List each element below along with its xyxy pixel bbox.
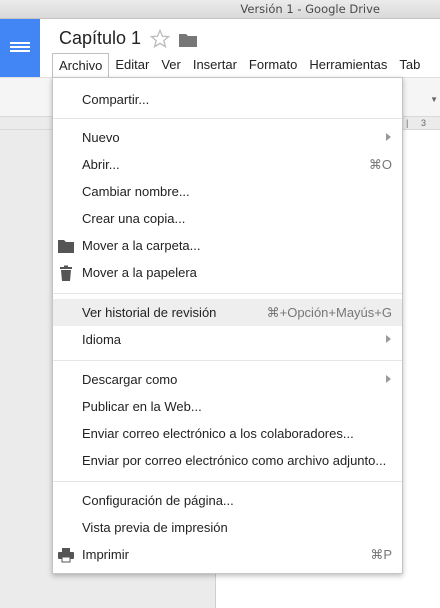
menu-item-move-to-folder[interactable]: Mover a la carpeta... (53, 232, 402, 259)
menu-item-label: Vista previa de impresión (82, 520, 228, 535)
menu-item-shortcut: ⌘O (368, 157, 392, 172)
printer-icon (58, 548, 74, 563)
menu-archivo[interactable]: Archivo (52, 53, 110, 77)
menu-item-label: Configuración de página... (82, 493, 234, 508)
window-title: Versión 1 - Google Drive (240, 2, 380, 16)
menu-item-email-attachment[interactable]: Enviar por correo electrónico como archi… (53, 447, 402, 474)
menu-separator (53, 360, 402, 361)
menu-item-label: Ver historial de revisión (82, 305, 217, 320)
menu-item-label: Compartir... (82, 92, 150, 107)
menu-item-label: Publicar en la Web... (82, 399, 202, 414)
document-title[interactable]: Capítulo 1 (59, 28, 141, 49)
submenu-arrow-icon (386, 133, 391, 141)
menu-item-print[interactable]: Imprimir ⌘P (53, 541, 402, 568)
menu-item-label: Descargar como (82, 372, 178, 387)
menu-item-label: Crear una copia... (82, 211, 186, 226)
menu-item-page-setup[interactable]: Configuración de página... (53, 487, 402, 514)
menu-separator (53, 118, 402, 119)
menu-item-print-preview[interactable]: Vista previa de impresión (53, 514, 402, 541)
menubar: Archivo Editar Ver Insertar Formato Herr… (52, 53, 426, 77)
trash-icon (60, 265, 72, 281)
window-titlebar: Versión 1 - Google Drive (0, 0, 440, 19)
menu-item-label: Mover a la papelera (82, 265, 197, 280)
menu-item-email-collaborators[interactable]: Enviar correo electrónico a los colabora… (53, 420, 402, 447)
menu-item-label: Mover a la carpeta... (82, 238, 201, 253)
menu-item-move-to-trash[interactable]: Mover a la papelera (53, 259, 402, 286)
menu-formato[interactable]: Formato (243, 53, 303, 77)
menu-item-download-as[interactable]: Descargar como (53, 366, 402, 393)
menu-item-label: Enviar correo electrónico a los colabora… (82, 426, 354, 441)
menu-item-revision-history[interactable]: Ver historial de revisión ⌘+Opción+Mayús… (53, 299, 402, 326)
submenu-arrow-icon (386, 375, 391, 383)
menu-tabla[interactable]: Tab (393, 53, 426, 77)
ruler-tick: | (406, 118, 409, 128)
docs-logo-icon[interactable] (0, 19, 40, 77)
menu-separator (53, 481, 402, 482)
menu-item-label: Enviar por correo electrónico como archi… (82, 453, 387, 468)
menu-item-publish[interactable]: Publicar en la Web... (53, 393, 402, 420)
menu-item-label: Nuevo (82, 130, 120, 145)
ruler-number: 3 (421, 118, 427, 128)
folder-icon[interactable] (178, 32, 198, 48)
ruler-marks: | 3 (400, 117, 440, 129)
menu-ver[interactable]: Ver (155, 53, 187, 77)
menu-item-label: Cambiar nombre... (82, 184, 190, 199)
menu-item-rename[interactable]: Cambiar nombre... (53, 178, 402, 205)
menu-item-label: Imprimir (82, 547, 129, 562)
menu-herramientas[interactable]: Herramientas (303, 53, 393, 77)
menu-item-language[interactable]: Idioma (53, 326, 402, 353)
menu-insertar[interactable]: Insertar (187, 53, 243, 77)
menu-item-new[interactable]: Nuevo (53, 124, 402, 151)
menu-separator (53, 293, 402, 294)
file-menu: Compartir... Nuevo Abrir... ⌘O Cambiar n… (52, 77, 403, 574)
menu-item-shortcut: ⌘+Opción+Mayús+G (266, 305, 392, 320)
menu-item-share[interactable]: Compartir... (53, 86, 402, 113)
menu-item-make-copy[interactable]: Crear una copia... (53, 205, 402, 232)
chevron-down-icon[interactable]: ▼ (430, 95, 438, 104)
menu-item-label: Abrir... (82, 157, 120, 172)
submenu-arrow-icon (386, 335, 391, 343)
menu-item-label: Idioma (82, 332, 122, 347)
menu-editar[interactable]: Editar (109, 53, 155, 77)
star-icon[interactable] (150, 29, 170, 49)
folder-icon (58, 240, 74, 253)
menu-item-open[interactable]: Abrir... ⌘O (53, 151, 402, 178)
menu-item-shortcut: ⌘P (370, 547, 392, 562)
